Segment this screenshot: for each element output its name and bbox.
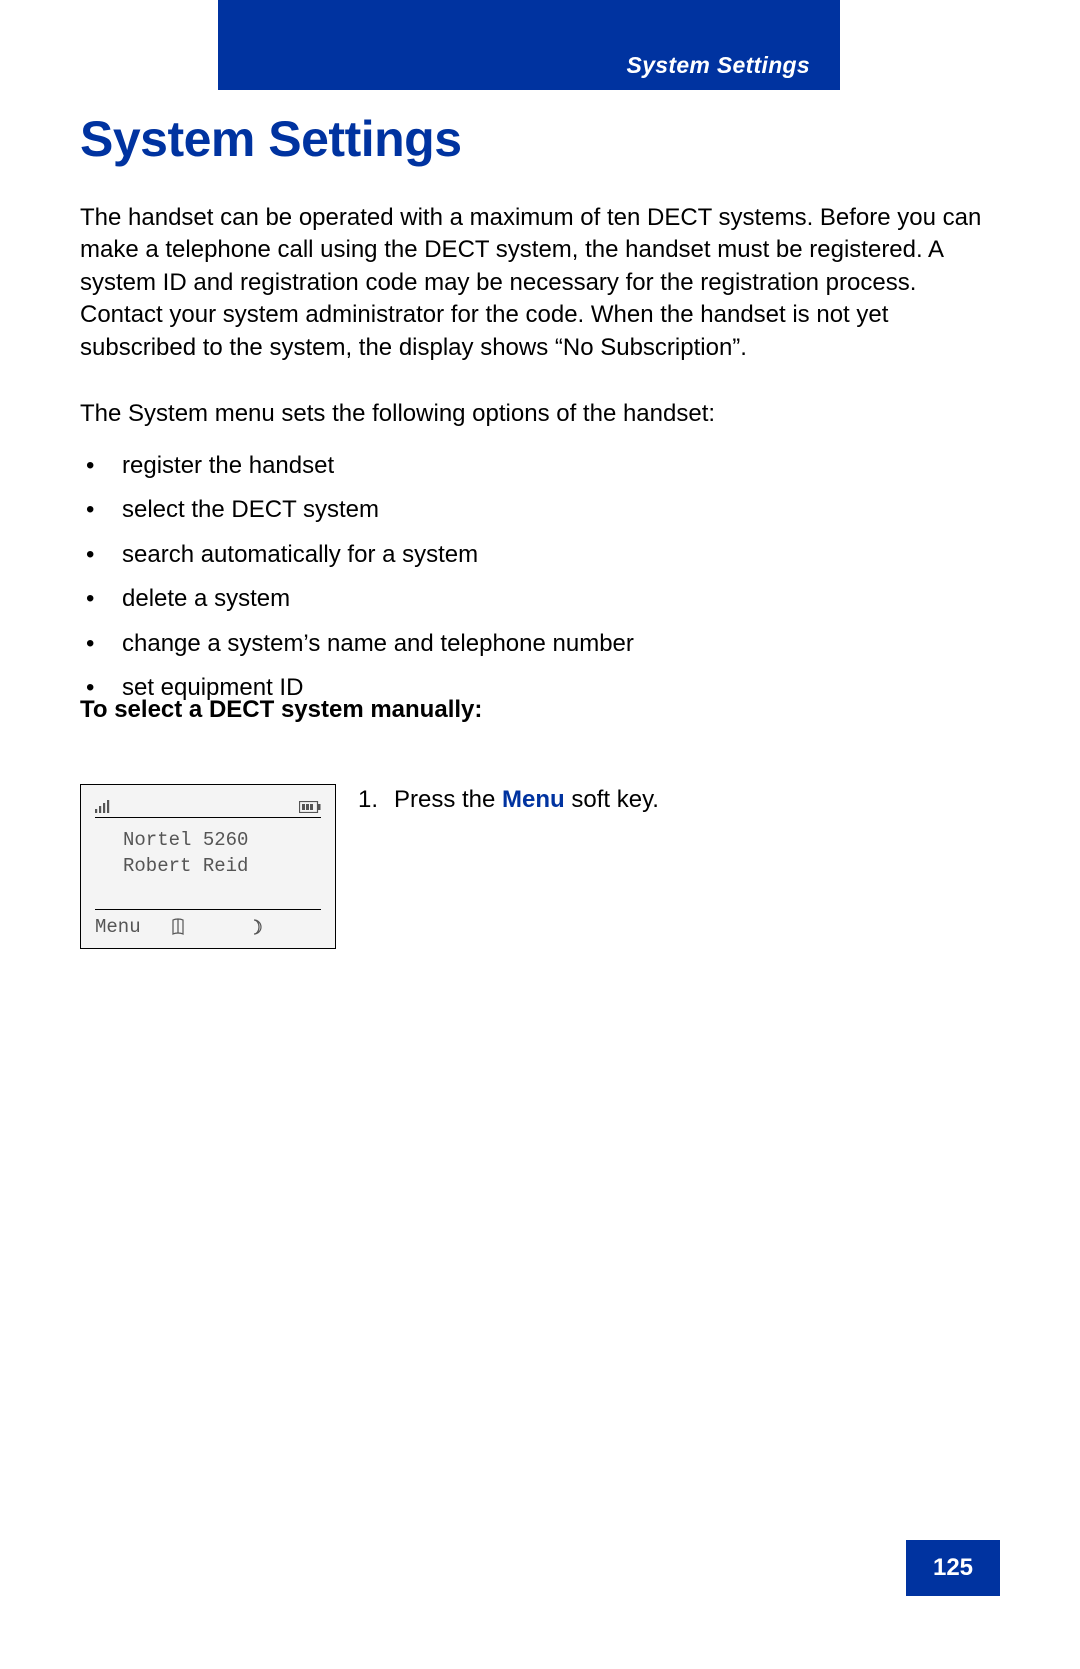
list-item: search automatically for a system [80, 539, 990, 571]
signal-icon [95, 799, 111, 813]
moon-icon [246, 919, 321, 935]
step-text: Press the Menu soft key. [394, 784, 659, 816]
figure-and-steps: Nortel 5260 Robert Reid Menu 1. Press [80, 784, 659, 949]
step-item: 1. Press the Menu soft key. [358, 784, 659, 816]
softkey-left-label: Menu [95, 916, 170, 938]
page-number: 125 [906, 1540, 1000, 1596]
handset-line-1: Nortel 5260 [123, 828, 321, 854]
header-blue-block: System Settings [218, 0, 840, 90]
handset-line-2: Robert Reid [123, 854, 321, 880]
running-header-title: System Settings [627, 52, 810, 79]
options-list: register the handset select the DECT sys… [80, 438, 990, 704]
battery-icon [299, 801, 321, 813]
step-text-post: soft key. [565, 786, 659, 813]
list-item: register the handset [80, 450, 990, 482]
intro-paragraph: The handset can be operated with a maxim… [80, 202, 990, 364]
list-item: select the DECT system [80, 494, 990, 526]
list-item: delete a system [80, 583, 990, 615]
softkey-name: Menu [502, 786, 565, 813]
procedure-steps: 1. Press the Menu soft key. [358, 784, 659, 816]
handset-display: Nortel 5260 Robert Reid Menu [80, 784, 336, 949]
step-text-pre: Press the [394, 786, 502, 813]
page-title: System Settings [80, 110, 462, 168]
step-number: 1. [358, 784, 394, 816]
book-icon [170, 918, 245, 936]
options-lead-paragraph: The System menu sets the following optio… [80, 398, 990, 430]
procedure-title: To select a DECT system manually: [80, 696, 482, 724]
list-item: change a system’s name and telephone num… [80, 628, 990, 660]
